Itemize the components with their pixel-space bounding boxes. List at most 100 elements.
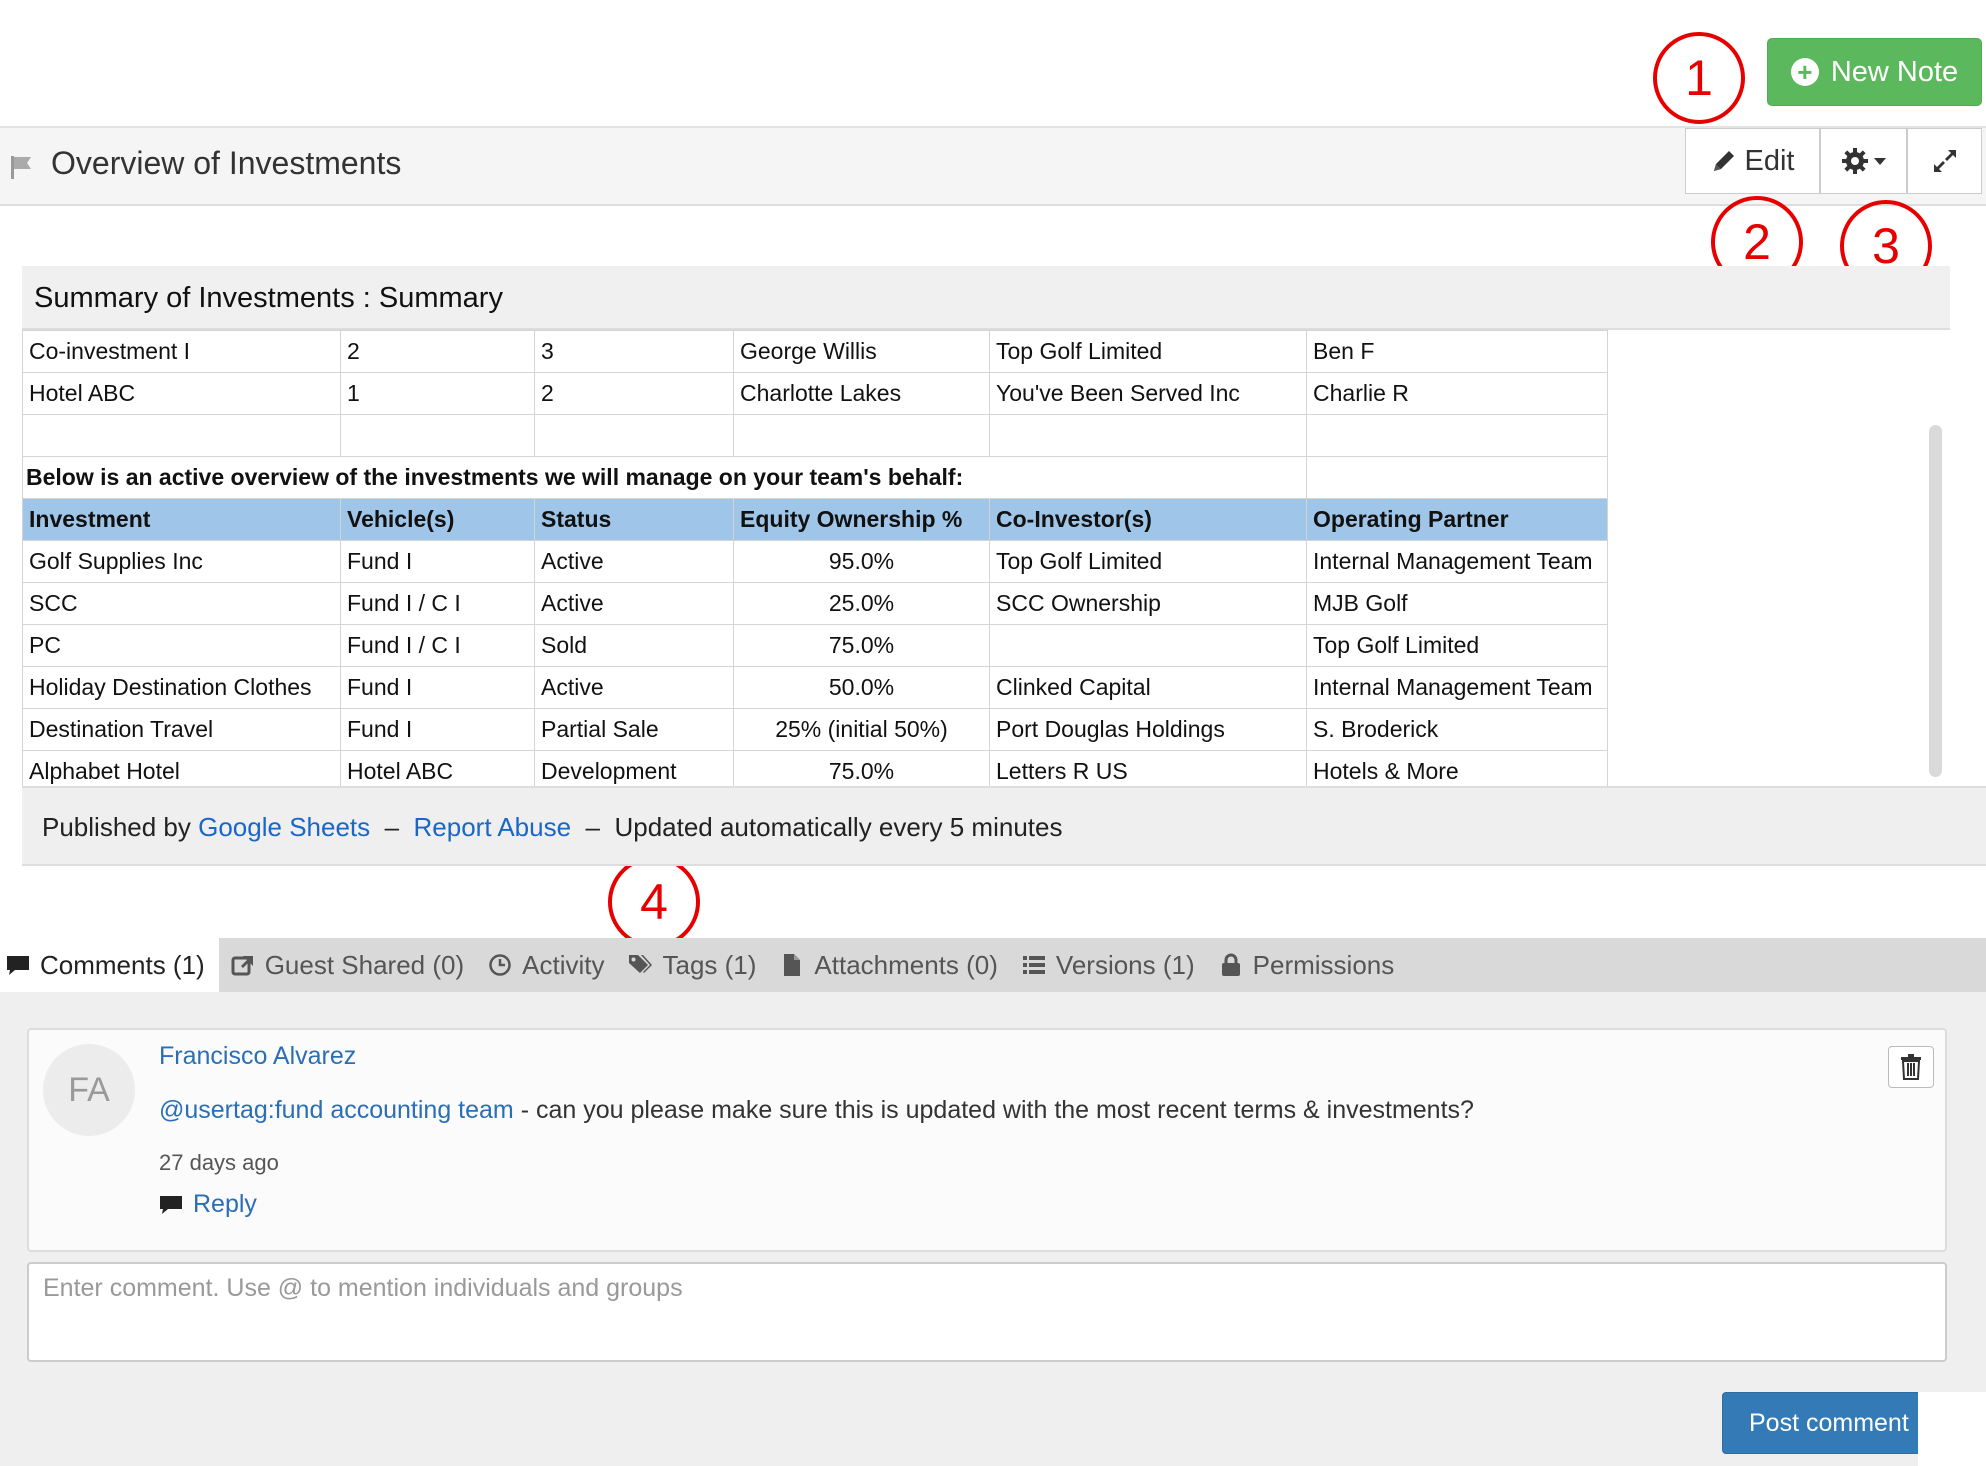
report-abuse-link[interactable]: Report Abuse (414, 812, 572, 842)
note-header: Overview of Investments Edit (0, 128, 1986, 206)
tab-label: Permissions (1252, 949, 1395, 980)
tab-attachments[interactable]: Attachments (0) (768, 938, 1010, 992)
comment-card: FA Francisco Alvarez @usertag:fund accou… (27, 1028, 1947, 1252)
table-cell: 25.0% (733, 582, 990, 625)
table-cell: Active (534, 540, 734, 583)
table-cell: SCC Ownership (989, 582, 1307, 625)
table-cell: Charlotte Lakes (733, 372, 990, 415)
expand-icon (1933, 150, 1956, 172)
table-cell: Active (534, 666, 734, 709)
comment-icon (160, 1195, 182, 1214)
reply-button[interactable]: Reply (159, 1190, 257, 1219)
table-cell: Top Golf Limited (989, 540, 1307, 583)
table-cell (340, 414, 535, 457)
sheet-footer-text: Published by Google Sheets – Report Abus… (42, 812, 1062, 843)
table-row: Co-investment I 2 3 George Willis Top Go… (22, 330, 1608, 373)
table-cell: Co-investment I (22, 330, 341, 373)
new-note-button[interactable]: + New Note (1767, 38, 1982, 106)
table-cell: 3 (534, 330, 734, 373)
settings-dropdown-button[interactable] (1820, 128, 1907, 194)
post-comment-button[interactable]: Post comment (1722, 1392, 1932, 1454)
table-row: Hotel ABC 1 2 Charlotte Lakes You've Bee… (22, 372, 1608, 415)
tab-versions[interactable]: Versions (1) (1010, 938, 1207, 992)
comment-icon (7, 956, 29, 975)
table-cell: Charlie R (1306, 372, 1608, 415)
tab-permissions[interactable]: Permissions (1207, 938, 1407, 992)
share-icon (231, 956, 253, 976)
table-row: Destination Travel Fund I Partial Sale 2… (22, 708, 1608, 751)
table-cell: Destination Travel (22, 708, 341, 751)
column-header: Equity Ownership % (733, 498, 990, 541)
spreadsheet-area: Co-investment I 2 3 George Willis Top Go… (22, 330, 1986, 793)
table-cell: Port Douglas Holdings (989, 708, 1307, 751)
tab-guest-shared[interactable]: Guest Shared (0) (219, 938, 476, 992)
table-cell: Internal Management Team (1306, 540, 1608, 583)
tab-label: Activity (522, 949, 605, 980)
table-cell: Clinked Capital (989, 666, 1307, 709)
overlay-box (1918, 1392, 1986, 1466)
update-frequency-text: Updated automatically every 5 minutes (614, 812, 1063, 842)
table-cell (989, 414, 1307, 457)
column-header: Vehicle(s) (340, 498, 535, 541)
table-cell: Internal Management Team (1306, 666, 1608, 709)
table-cell (1306, 414, 1608, 457)
new-note-label: New Note (1830, 55, 1959, 88)
comment-body: @usertag:fund accounting team - can you … (159, 1096, 1474, 1125)
comments-panel: FA Francisco Alvarez @usertag:fund accou… (0, 992, 1986, 1466)
edit-button[interactable]: Edit (1685, 128, 1820, 194)
comment-author-link[interactable]: Francisco Alvarez (159, 1042, 356, 1071)
tab-comments[interactable]: Comments (1) (0, 938, 219, 992)
list-icon (1022, 956, 1045, 974)
investments-table: Co-investment I 2 3 George Willis Top Go… (22, 330, 1608, 793)
table-cell (1306, 456, 1608, 499)
tab-tags[interactable]: Tags (1) (616, 938, 768, 992)
table-row: PC Fund I / C I Sold 75.0% Top Golf Limi… (22, 624, 1608, 667)
table-cell: 1 (340, 372, 535, 415)
table-cell: Fund I / C I (340, 624, 535, 667)
table-cell: Golf Supplies Inc (22, 540, 341, 583)
table-cell: 25% (initial 50%) (733, 708, 990, 751)
note-tabs: Comments (1) Guest Shared (0) Activity T… (0, 938, 1986, 992)
tab-label: Guest Shared (0) (264, 949, 465, 980)
callout-4: 4 (608, 856, 700, 948)
tab-activity[interactable]: Activity (476, 938, 616, 992)
reply-label: Reply (193, 1190, 257, 1218)
sheet-footer: Published by Google Sheets – Report Abus… (22, 786, 1986, 866)
google-sheets-link[interactable]: Google Sheets (198, 812, 370, 842)
table-cell (534, 414, 734, 457)
note-title: Overview of Investments (51, 145, 402, 181)
mention-link[interactable]: @usertag:fund accounting team (159, 1096, 514, 1124)
comment-text: - can you please make sure this is updat… (513, 1096, 1474, 1124)
tab-label: Attachments (0) (814, 949, 998, 980)
table-cell: Top Golf Limited (989, 330, 1307, 373)
comment-input[interactable] (27, 1262, 1947, 1362)
empty-row (22, 414, 1608, 457)
table-cell: Fund I (340, 666, 535, 709)
table-cell (989, 624, 1307, 667)
table-cell: PC (22, 624, 341, 667)
tab-label: Comments (1) (40, 949, 205, 980)
table-cell: Hotel ABC (22, 372, 341, 415)
table-cell: 75.0% (733, 624, 990, 667)
table-cell: Active (534, 582, 734, 625)
table-cell: 2 (340, 330, 535, 373)
sheet-scrollbar[interactable] (1929, 425, 1942, 777)
table-cell: Holiday Destination Clothes (22, 666, 341, 709)
pencil-icon (1713, 151, 1734, 171)
table-cell: Fund I / C I (340, 582, 535, 625)
expand-button[interactable] (1907, 128, 1982, 194)
table-cell (733, 414, 990, 457)
table-cell: Partial Sale (534, 708, 734, 751)
table-row: SCC Fund I / C I Active 25.0% SCC Owners… (22, 582, 1608, 625)
table-cell: S. Broderick (1306, 708, 1608, 751)
caret-down-icon (1873, 158, 1886, 165)
published-by-text: Published by (42, 812, 191, 842)
separator: – (384, 812, 400, 842)
callout-1: 1 (1653, 32, 1745, 124)
table-cell: SCC (22, 582, 341, 625)
table-row: Holiday Destination Clothes Fund I Activ… (22, 666, 1608, 709)
delete-comment-button[interactable] (1888, 1046, 1934, 1088)
table-cell: Top Golf Limited (1306, 624, 1608, 667)
table-cell: Ben F (1306, 330, 1608, 373)
table-cell: Sold (534, 624, 734, 667)
